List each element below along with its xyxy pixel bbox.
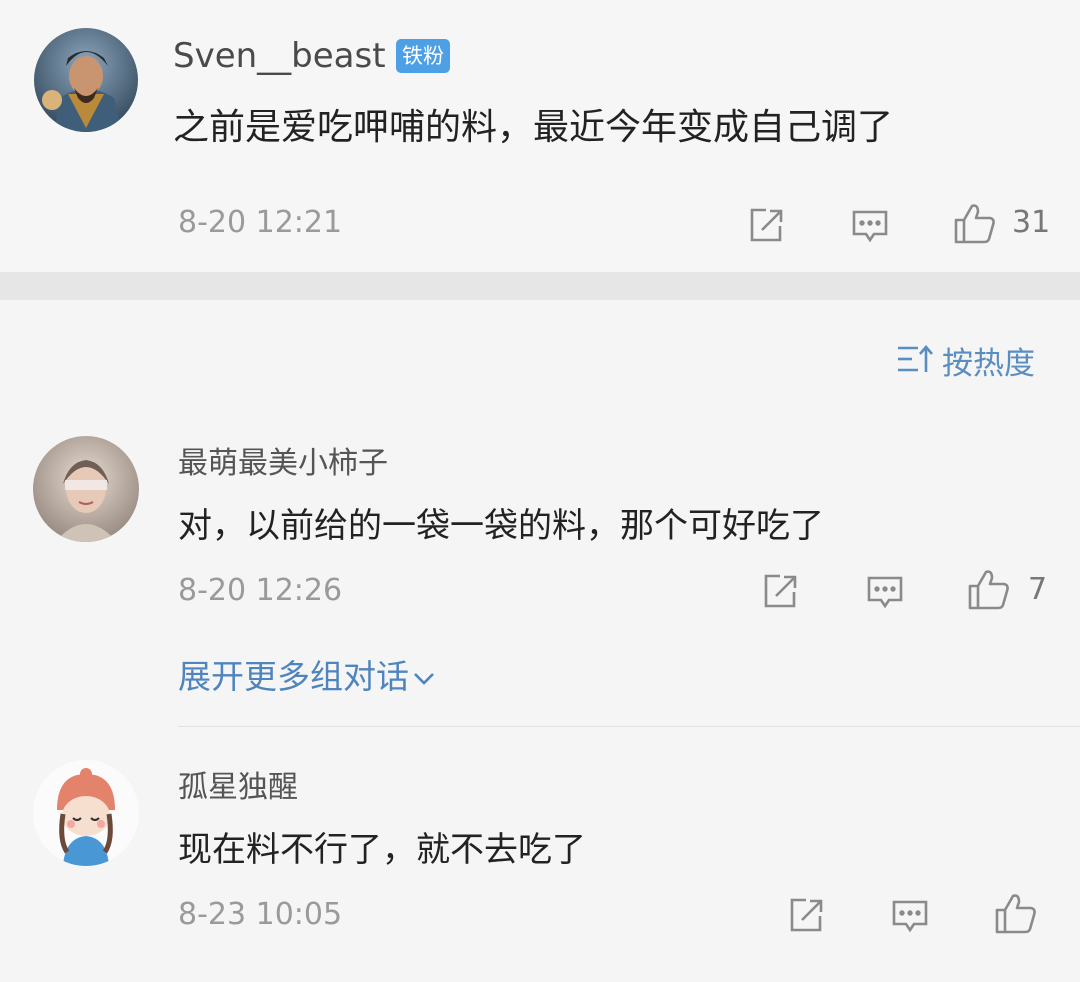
chevron-down-icon [414,672,434,685]
like-count: 7 [1028,572,1048,607]
avatar[interactable] [33,760,139,866]
share-icon [750,208,783,242]
like-button[interactable] [966,566,1012,612]
reply-button[interactable] [890,896,930,936]
like-button[interactable] [993,890,1039,936]
username[interactable]: 最萌最美小柿子 [178,438,388,482]
timestamp: 8-20 12:21 [178,205,343,240]
avatar[interactable] [34,28,138,132]
username[interactable]: 孤星独醒 [178,762,298,806]
like-count: 31 [1012,205,1051,240]
comment-icon [892,900,928,933]
timestamp: 8-20 12:26 [178,573,343,608]
like-button[interactable] [952,200,998,246]
top-post: Sven__beast 铁粉 之前是爱吃呷哺的料，最近今年变成自己调了 8-20… [0,0,1080,272]
share-button[interactable] [746,206,786,246]
comment-icon [867,576,903,609]
timestamp: 8-23 10:05 [178,897,343,932]
username[interactable]: Sven__beast [173,36,386,76]
reply-button[interactable] [850,206,890,246]
expand-more-conversations-link[interactable]: 展开更多组对话 [178,650,435,698]
share-icon [764,574,797,608]
share-button[interactable] [760,572,800,612]
reply-button[interactable] [865,572,905,612]
comment-text: 对，以前给的一袋一袋的料，那个可好吃了 [178,506,824,546]
comment-text: 之前是爱吃呷哺的料，最近今年变成自己调了 [173,107,894,148]
row-divider [178,726,1080,727]
avatar[interactable] [33,436,139,542]
comment-text: 现在料不行了，就不去吃了 [178,830,586,870]
share-button[interactable] [786,896,826,936]
share-icon [790,898,823,932]
fan-badge: 铁粉 [396,39,450,73]
sort-label: 按热度 [942,346,1035,382]
like-icon [995,894,1036,934]
comment-icon [852,210,888,243]
expand-label: 展开更多组对话 [178,657,409,696]
sort-icon [898,345,933,372]
section-divider [0,272,1080,300]
comment-page: Sven__beast 铁粉 之前是爱吃呷哺的料，最近今年变成自己调了 8-20… [0,0,1080,982]
like-icon [954,204,995,244]
like-icon [968,570,1009,610]
